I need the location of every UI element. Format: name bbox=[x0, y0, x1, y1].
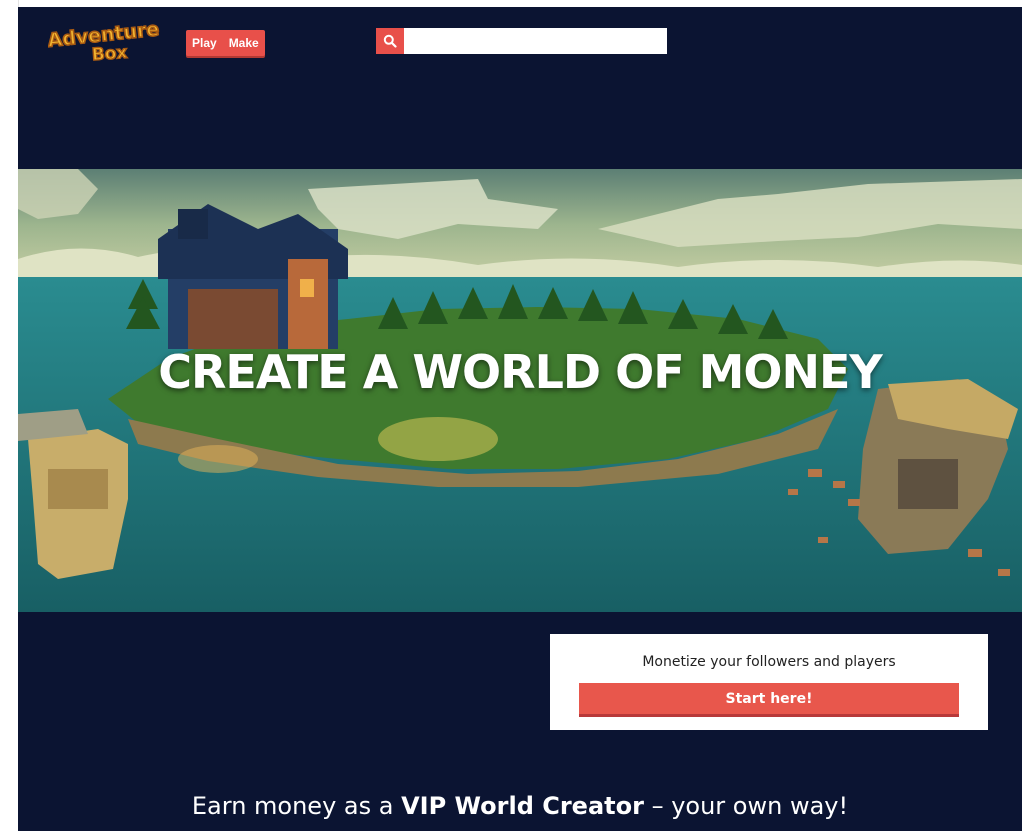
search-icon bbox=[383, 34, 397, 48]
search-bar bbox=[376, 28, 667, 54]
page: Adventure Box Play Make CREATE A WORLD O… bbox=[18, 7, 1022, 831]
nav-make[interactable]: Make bbox=[223, 30, 265, 56]
tagline-prefix: Earn money as a bbox=[191, 792, 402, 820]
main-nav: Play Make bbox=[186, 30, 265, 56]
nav-play[interactable]: Play bbox=[186, 30, 223, 56]
search-button[interactable] bbox=[376, 28, 404, 54]
start-here-button[interactable]: Start here! bbox=[579, 683, 959, 717]
browser-left-edge bbox=[0, 0, 19, 831]
logo-line2: Box bbox=[91, 43, 128, 63]
browser-right-edge bbox=[1022, 0, 1030, 831]
adventurebox-logo[interactable]: Adventure Box bbox=[48, 19, 160, 63]
monetize-card: Monetize your followers and players Star… bbox=[550, 634, 988, 730]
tagline: Earn money as a VIP World Creator – your… bbox=[18, 792, 1022, 820]
tagline-emphasis: VIP World Creator bbox=[401, 792, 644, 820]
hero-title: CREATE A WORLD OF MONEY bbox=[158, 345, 883, 399]
monetize-text: Monetize your followers and players bbox=[642, 654, 896, 670]
hero-banner: CREATE A WORLD OF MONEY bbox=[18, 169, 1022, 612]
tagline-suffix: – your own way! bbox=[643, 792, 849, 820]
search-input[interactable] bbox=[404, 28, 667, 54]
